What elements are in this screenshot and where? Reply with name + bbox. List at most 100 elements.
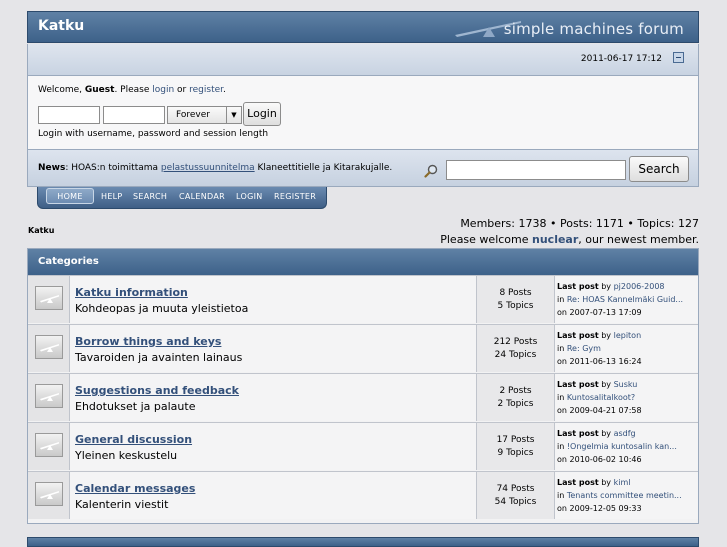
- board-name[interactable]: General discussion: [75, 433, 192, 446]
- board-description: Yleinen keskustelu: [75, 449, 178, 462]
- in-text: in: [557, 393, 567, 402]
- newest-member-link[interactable]: nuclear: [532, 233, 578, 246]
- board-stats: 212 Posts 24 Topics: [476, 325, 555, 372]
- board-last-post: Last post by asdfg in !Ongelmia kuntosal…: [555, 423, 698, 470]
- board-icon-cell: [28, 423, 70, 470]
- in-text: in: [557, 491, 567, 500]
- welcome-text: Welcome, Guest. Please login or register…: [38, 85, 226, 95]
- board-stats: 2 Posts 2 Topics: [476, 374, 555, 421]
- board-name[interactable]: Calendar messages: [75, 482, 195, 495]
- menu-search[interactable]: SEARCH: [133, 192, 167, 201]
- login-link[interactable]: login: [152, 85, 174, 95]
- board-stats: 17 Posts 9 Topics: [476, 423, 555, 470]
- guest-label: Guest: [84, 85, 115, 95]
- menu-help[interactable]: HELP: [101, 192, 123, 201]
- board-status-icon: [35, 433, 63, 457]
- in-text: in: [557, 295, 567, 304]
- main-menu: HOME HELP SEARCH CALENDAR LOGIN REGISTER: [37, 187, 327, 209]
- last-post-date: on 2011-06-13 16:24: [557, 357, 642, 366]
- board-posts: 17 Posts: [496, 435, 535, 445]
- search-input[interactable]: [446, 160, 626, 180]
- last-post-line: Last post by lepiton: [557, 329, 641, 342]
- board-posts: 212 Posts: [493, 337, 538, 347]
- board-topics: 5 Topics: [497, 301, 534, 311]
- board-last-post: Last post by lepiton in Re: Gym on 2011-…: [555, 325, 698, 372]
- menu-register[interactable]: REGISTER: [274, 192, 316, 201]
- last-post-label: Last post: [557, 380, 599, 389]
- welcome-suffix-text: , our newest member.: [578, 233, 699, 246]
- category-header: Categories: [28, 249, 698, 275]
- dropdown-arrow-icon: ▼: [226, 107, 241, 123]
- board-last-post: Last post by kiml in Tenants committee m…: [555, 472, 698, 519]
- last-post-user[interactable]: Susku: [614, 380, 638, 389]
- password-input[interactable]: [103, 106, 165, 124]
- last-post-topic-line: in !Ongelmia kuntosalin kan...: [557, 440, 677, 453]
- last-post-user[interactable]: asdfg: [614, 429, 636, 438]
- board-row: Calendar messages Kalenterin viestit 74 …: [28, 471, 698, 519]
- last-post-topic[interactable]: Tenants committee meetin...: [567, 491, 682, 500]
- news-bar: News: HOAS:n toimittama pelastussuunnite…: [27, 150, 699, 187]
- forum-stats: Members: 1738 • Posts: 1171 • Topics: 12…: [440, 216, 699, 248]
- collapse-toggle-icon[interactable]: [673, 52, 684, 63]
- board-name[interactable]: Suggestions and feedback: [75, 384, 239, 397]
- by-text: by: [598, 380, 614, 389]
- by-text: by: [598, 282, 614, 291]
- breadcrumb[interactable]: Katku: [28, 226, 54, 235]
- board-description: Tavaroiden ja avainten lainaus: [75, 351, 243, 364]
- menu-home[interactable]: HOME: [46, 188, 94, 204]
- news-link-text: pelastussuunnitelma: [160, 163, 255, 173]
- welcome-prefix: Welcome,: [38, 85, 85, 95]
- board-row: Borrow things and keys Tavaroiden ja ava…: [28, 324, 698, 372]
- by-text: by: [598, 429, 614, 438]
- period-text: .: [223, 85, 226, 95]
- board-icon-cell: [28, 374, 70, 421]
- board-description: Kalenterin viestit: [75, 498, 169, 511]
- user-bar: 2011-06-17 17:12: [27, 44, 699, 76]
- login-hint: Login with username, password and sessio…: [38, 129, 269, 139]
- register-link[interactable]: register: [189, 85, 223, 95]
- login-panel: Welcome, Guest. Please login or register…: [27, 76, 699, 150]
- news-text-after: Klaneettitielle ja Kitarakujalle.: [254, 163, 393, 173]
- menu-calendar[interactable]: CALENDAR: [179, 192, 225, 201]
- board-name[interactable]: Borrow things and keys: [75, 335, 221, 348]
- stats-line: Members: 1738 • Posts: 1171 • Topics: 12…: [460, 217, 699, 230]
- news-label: News: [38, 163, 66, 173]
- board-topics: 54 Topics: [494, 497, 537, 507]
- search-icon: [424, 164, 438, 178]
- last-post-topic[interactable]: Kuntosalitalkoot?: [567, 393, 635, 402]
- by-text: by: [598, 331, 614, 340]
- menu-login[interactable]: LOGIN: [236, 192, 263, 201]
- search-button[interactable]: Search: [629, 156, 689, 182]
- or-text: or: [174, 85, 190, 95]
- board-info: Katku information Kohdeopas ja muuta yle…: [70, 276, 476, 323]
- login-button[interactable]: Login: [243, 102, 281, 126]
- username-input[interactable]: [38, 106, 100, 124]
- last-post-topic[interactable]: Re: HOAS Kannelmäki Guid...: [567, 295, 683, 304]
- board-row: Katku information Kohdeopas ja muuta yle…: [28, 275, 698, 323]
- news-link[interactable]: pelastussuunnitelma: [161, 163, 255, 173]
- forum-header: Katku simple machines forum: [27, 11, 699, 43]
- categories-table: Categories Katku information Kohdeopas j…: [27, 248, 699, 524]
- last-post-date: on 2009-12-05 09:33: [557, 504, 642, 513]
- board-posts: 2 Posts: [499, 386, 532, 396]
- news-text: News: HOAS:n toimittama pelastussuunnite…: [38, 163, 392, 173]
- board-icon-cell: [28, 472, 70, 519]
- newest-member-line: Please welcome nuclear, our newest membe…: [440, 232, 699, 248]
- board-topics: 24 Topics: [494, 350, 537, 360]
- last-post-topic[interactable]: !Ongelmia kuntosalin kan...: [567, 442, 677, 451]
- category-title[interactable]: Categories: [38, 256, 99, 267]
- board-row: Suggestions and feedback Ehdotukset ja p…: [28, 373, 698, 421]
- board-name[interactable]: Katku information: [75, 286, 188, 299]
- last-post-user[interactable]: pj2006-2008: [614, 282, 665, 291]
- session-length-select[interactable]: Forever ▼: [167, 106, 242, 124]
- last-post-line: Last post by pj2006-2008: [557, 280, 665, 293]
- last-post-line: Last post by Susku: [557, 378, 637, 391]
- last-post-user[interactable]: kiml: [614, 478, 631, 487]
- last-post-line: Last post by asdfg: [557, 427, 636, 440]
- last-post-line: Last post by kiml: [557, 476, 630, 489]
- board-info: Borrow things and keys Tavaroiden ja ava…: [70, 325, 476, 372]
- last-post-topic[interactable]: Re: Gym: [567, 344, 601, 353]
- last-post-user[interactable]: lepiton: [614, 331, 642, 340]
- board-icon-cell: [28, 325, 70, 372]
- board-topics: 9 Topics: [497, 448, 534, 458]
